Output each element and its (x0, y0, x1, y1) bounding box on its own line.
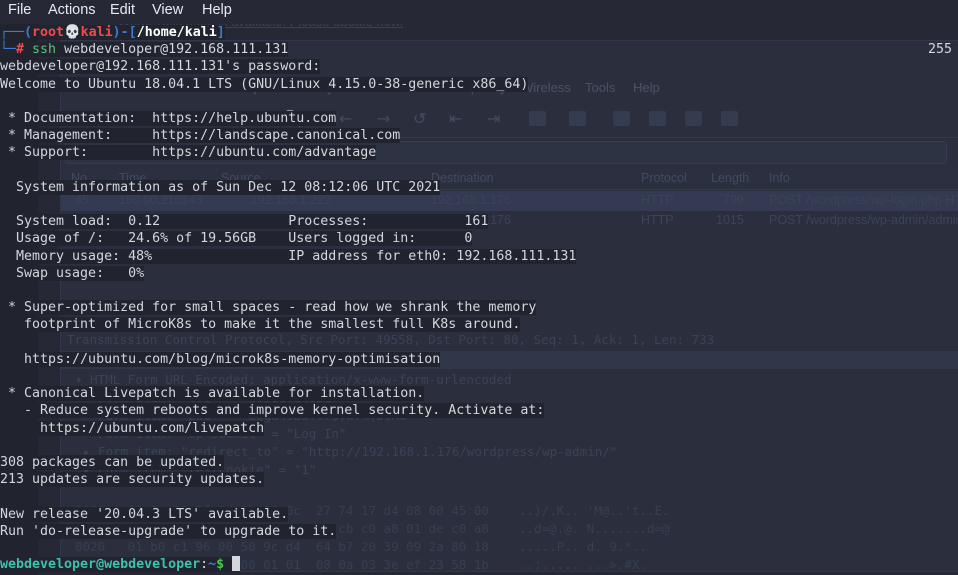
output-line: * Super-optimized for small spaces - rea… (0, 299, 958, 316)
output-line: footprint of MicroK8s to make it the sma… (0, 316, 958, 333)
output-line: * Documentation: https://help.ubuntu.com (0, 110, 958, 127)
menu-file[interactable]: File (8, 2, 31, 18)
output-text: System information as of Sun Dec 12 08:1… (0, 179, 441, 195)
output-text: 213 updates are security updates. (0, 472, 265, 488)
output-line: webdeveloper@192.168.111.131's password: (0, 58, 958, 75)
last-login-line (0, 539, 958, 556)
output-line: Run 'do-release-upgrade' to upgrade to i… (0, 523, 958, 540)
output-text: * Documentation: https://help.ubuntu.com (0, 111, 337, 126)
remote-prompt-colon: : (200, 557, 209, 572)
output-line: 308 packages can be updated. (0, 454, 958, 471)
shell-prompt-line-1: ┌──(root💀kali)-[/home/kali] (0, 25, 225, 40)
command-args: webdeveloper@192.168.111.131 (56, 42, 289, 57)
menu-actions[interactable]: Actions (48, 2, 96, 18)
output-line: * Management: https://landscape.canonica… (0, 127, 958, 144)
output-text: New release '20.04.3 LTS' available. (0, 506, 289, 522)
output-line: * Support: https://ubuntu.com/advantage (0, 144, 958, 161)
output-line: * Canonical Livepatch is available for i… (0, 385, 958, 402)
output-text: * Management: https://landscape.canonica… (0, 128, 401, 144)
output-text: 308 packages can be updated. (0, 455, 225, 470)
output-text: webdeveloper@192.168.111.131's password: (0, 59, 321, 75)
output-line: Swap usage: 0% (0, 265, 958, 282)
output-text: footprint of MicroK8s to make it the sma… (0, 317, 521, 333)
output-text: Memory usage: 48% IP address for eth0: 1… (0, 248, 577, 264)
output-line: System load: 0.12 Processes: 161 (0, 213, 958, 230)
output-text: * Canonical Livepatch is available for i… (0, 386, 425, 402)
exit-code: 255 (927, 42, 952, 57)
output-text: Usage of /: 24.6% of 19.56GB Users logge… (0, 231, 473, 247)
prompt-host: kali (80, 25, 113, 40)
output-line: Welcome to Ubuntu 18.04.1 LTS (GNU/Linux… (0, 76, 958, 93)
output-line: - Reduce system reboots and improve kern… (0, 402, 958, 419)
output-text: Swap usage: 0% (0, 265, 145, 281)
output-text: https://ubuntu.com/livepatch (0, 420, 265, 436)
output-line: Memory usage: 48% IP address for eth0: 1… (0, 248, 958, 265)
output-line: New release '20.04.3 LTS' available. (0, 506, 958, 523)
output-line: https://ubuntu.com/livepatch (0, 420, 958, 437)
remote-shell-prompt[interactable]: webdeveloper@webdeveloper:~$ (0, 556, 958, 573)
output-text: - Reduce system reboots and improve kern… (0, 403, 545, 419)
text-cursor (232, 556, 241, 571)
output-line: 213 updates are security updates. (0, 471, 958, 488)
command-keyword: ssh (32, 42, 57, 57)
output-text: * Support: https://ubuntu.com/advantage (0, 145, 377, 161)
output-text: Run 'do-release-upgrade' to upgrade to i… (0, 523, 337, 539)
prompt-user: root (32, 25, 65, 40)
prompt-path: /home/kali (136, 25, 217, 40)
menu-help[interactable]: Help (202, 2, 232, 18)
shell-prompt-line-2: └─# ssh webdeveloper@192.168.111.131 255 (0, 42, 952, 57)
output-line: https://ubuntu.com/blog/microk8s-memory-… (0, 351, 958, 368)
output-line: Usage of /: 24.6% of 19.56GB Users logge… (0, 230, 958, 247)
menu-edit[interactable]: Edit (110, 2, 135, 18)
output-text: System load: 0.12 Processes: 161 (0, 214, 489, 230)
remote-prompt-user: webdeveloper@webdeveloper (0, 557, 201, 572)
terminal-output[interactable]: ┌──(root💀kali)-[/home/kali] └─# ssh webd… (0, 24, 958, 575)
remote-prompt-sigil: $ (216, 557, 225, 572)
screen-root: WordPress 5.8.2 is available! Please upd… (0, 0, 958, 575)
menu-view[interactable]: View (152, 2, 183, 18)
terminal-menubar: File Actions Edit View Help (0, 0, 958, 24)
output-text: https://ubuntu.com/blog/microk8s-memory-… (0, 351, 441, 367)
output-text: * Super-optimized for small spaces - rea… (0, 300, 537, 316)
remote-prompt-path: ~ (208, 557, 217, 572)
output-text: Welcome to Ubuntu 18.04.1 LTS (GNU/Linux… (0, 76, 529, 92)
output-line: System information as of Sun Dec 12 08:1… (0, 179, 958, 196)
